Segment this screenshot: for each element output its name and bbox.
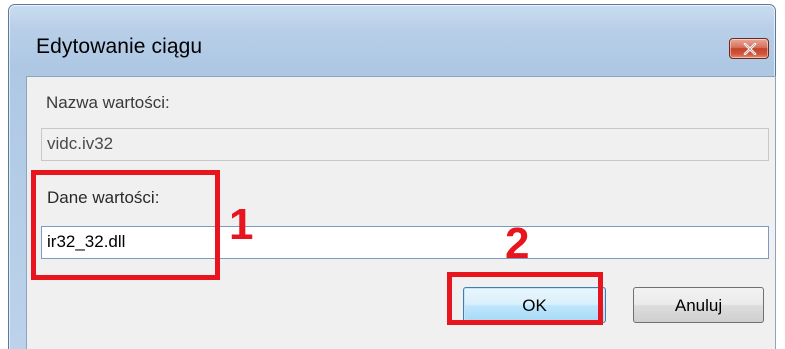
value-name-label: Nazwa wartości: [46, 93, 170, 112]
value-name-field: vidc.iv32 [41, 128, 769, 161]
value-data-label: Dane wartości: [47, 188, 160, 207]
close-icon [743, 43, 757, 55]
step-2-marker: 2 [505, 219, 530, 268]
dialog-client-area: Nazwa wartości: vidc.iv32 Dane wartości:… [26, 76, 776, 349]
dialog-window: Edytowanie ciągu Nazwa wartości: vidc.iv… [8, 4, 776, 349]
screenshot: Edytowanie ciągu Nazwa wartości: vidc.iv… [0, 0, 785, 349]
close-button[interactable] [729, 38, 769, 59]
dialog-title: Edytowanie ciągu [36, 35, 203, 58]
value-data-input[interactable]: ir32_32.dll [41, 226, 769, 259]
cancel-button[interactable]: Anuluj [633, 287, 764, 323]
step-1-marker: 1 [229, 200, 254, 249]
ok-button[interactable]: OK [463, 287, 606, 323]
